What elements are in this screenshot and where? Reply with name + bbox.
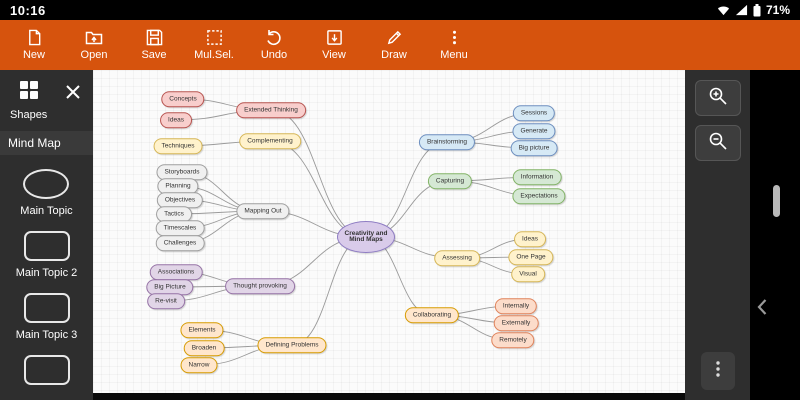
multi-select-icon <box>206 29 223 46</box>
toolbar: New Open Save Mul.Sel. Undo <box>0 20 800 70</box>
view-button[interactable]: View <box>304 20 364 70</box>
rounded-rect-shape-icon <box>24 355 70 385</box>
battery-percent: 71% <box>766 3 790 17</box>
mindmap-node-center[interactable]: Creativity and Mind Maps <box>337 221 395 253</box>
mindmap-node-assess[interactable]: Assessing <box>434 250 480 266</box>
main-area: Shapes Mind Map Main Topic Main Topic 2 <box>0 70 800 400</box>
mindmap-node-map[interactable]: Mapping Out <box>236 203 289 219</box>
vertical-scrollbar[interactable] <box>773 185 780 217</box>
shape-category-title: Mind Map <box>0 131 93 155</box>
chevron-left-icon <box>756 303 768 320</box>
mindmap-node-capt[interactable]: Capturing <box>428 173 472 189</box>
new-button[interactable]: New <box>4 20 64 70</box>
view-icon <box>326 29 343 46</box>
mindmap-node-externally[interactable]: Externally <box>494 315 539 331</box>
mindmap-node-generate[interactable]: Generate <box>512 123 555 139</box>
undo-icon <box>265 29 283 46</box>
close-icon <box>65 87 81 104</box>
menu-icon <box>446 29 463 46</box>
mindmap-node-expectations[interactable]: Expectations <box>512 188 565 204</box>
mindmap-node-internally[interactable]: Internally <box>495 298 537 314</box>
shape-item-partial[interactable] <box>24 355 70 391</box>
more-options-button[interactable] <box>701 352 735 390</box>
mindmap-node-assoc[interactable]: Associations <box>150 264 203 280</box>
mindmap-node-visual[interactable]: Visual <box>511 266 545 282</box>
mindmap-node-thought[interactable]: Thought provoking <box>225 278 295 294</box>
shapes-label: Shapes <box>10 109 47 121</box>
mindmap-node-tech[interactable]: Techniques <box>154 138 203 154</box>
mindmap-node-collab[interactable]: Collaborating <box>405 307 459 323</box>
mindmap-node-revisit[interactable]: Re-visit <box>147 293 185 309</box>
collapse-panel-chevron[interactable] <box>756 298 768 321</box>
zoom-out-button[interactable] <box>695 125 741 161</box>
save-button[interactable]: Save <box>124 20 184 70</box>
battery-icon <box>753 4 761 17</box>
mindmap-node-sessions[interactable]: Sessions <box>513 105 555 121</box>
mindmap-node-information[interactable]: Information <box>513 169 562 185</box>
shape-item-label: Main Topic 3 <box>16 329 78 341</box>
mindmap-node-ideasL[interactable]: Ideas <box>160 112 192 128</box>
menu-button[interactable]: Menu <box>424 20 484 70</box>
shapes-sidebar: Shapes Mind Map Main Topic Main Topic 2 <box>0 70 93 400</box>
undo-label: Undo <box>261 49 287 61</box>
undo-button[interactable]: Undo <box>244 20 304 70</box>
mindmap-node-timescales[interactable]: Timescales <box>156 220 205 236</box>
status-time: 10:16 <box>10 3 46 18</box>
shape-item-main-topic-3[interactable]: Main Topic 3 <box>16 293 78 341</box>
open-icon <box>85 29 103 46</box>
draw-button[interactable]: Draw <box>364 20 424 70</box>
more-vertical-icon <box>711 359 725 384</box>
mindmap-node-narrow[interactable]: Narrow <box>181 357 218 373</box>
shape-item-main-topic-2[interactable]: Main Topic 2 <box>16 231 78 279</box>
mindmap-node-challenges[interactable]: Challenges <box>156 235 205 251</box>
zoom-in-button[interactable] <box>695 80 741 116</box>
drawing-canvas[interactable]: Creativity and Mind Maps Extended Thinkin… <box>93 70 685 393</box>
close-sidebar-button[interactable] <box>61 80 85 109</box>
multi-select-label-save: Save <box>141 49 166 61</box>
mindmap-node-defp[interactable]: Defining Problems <box>257 337 326 353</box>
view-label: View <box>322 49 346 61</box>
mindmap-node-comp[interactable]: Complementing <box>239 133 301 149</box>
shape-item-label: Main Topic 2 <box>16 267 78 279</box>
multi-select-label: Mul.Sel. <box>194 49 234 61</box>
mindmap-node-bigpicR[interactable]: Big picture <box>511 140 558 156</box>
grid-icon <box>19 80 39 105</box>
mindmap-node-ideasR[interactable]: Ideas <box>514 231 546 247</box>
draw-label: Draw <box>381 49 407 61</box>
signal-icon <box>735 4 748 16</box>
multi-select-button[interactable]: Mul.Sel. <box>184 20 244 70</box>
draw-icon <box>386 29 403 46</box>
shape-item-main-topic[interactable]: Main Topic <box>20 169 72 217</box>
shape-item-label: Main Topic <box>20 205 72 217</box>
new-label: New <box>23 49 45 61</box>
open-button[interactable]: Open <box>64 20 124 70</box>
mindmap-node-remotely[interactable]: Remotely <box>491 332 534 348</box>
mindmap-node-brain[interactable]: Brainstorming <box>419 134 475 150</box>
right-edge-strip <box>750 70 800 400</box>
zoom-in-icon <box>708 86 728 111</box>
rounded-rect-shape-icon <box>24 293 70 323</box>
mindmap-node-broaden[interactable]: Broaden <box>184 340 225 356</box>
open-label: Open <box>81 49 108 61</box>
rounded-rect-shape-icon <box>24 231 70 261</box>
zoom-panel <box>685 70 750 400</box>
wifi-icon <box>717 4 730 16</box>
mindmap-node-elements[interactable]: Elements <box>180 322 223 338</box>
mindmap-node-ext[interactable]: Extended Thinking <box>236 102 306 118</box>
shape-list: Main Topic Main Topic 2 Main Topic 3 <box>0 155 93 391</box>
mindmap-nodes: Creativity and Mind Maps Extended Thinkin… <box>93 70 685 393</box>
menu-label: Menu <box>440 49 468 61</box>
shapes-tab[interactable]: Shapes <box>10 80 47 121</box>
status-bar: 10:16 71% <box>0 0 800 20</box>
save-icon <box>146 29 163 46</box>
new-icon <box>26 29 43 46</box>
zoom-out-icon <box>708 131 728 156</box>
canvas-wrapper: Creativity and Mind Maps Extended Thinkin… <box>93 70 685 400</box>
mindmap-node-concepts[interactable]: Concepts <box>161 91 204 107</box>
ellipse-shape-icon <box>23 169 69 199</box>
mindmap-node-onepage[interactable]: One Page <box>508 249 553 265</box>
